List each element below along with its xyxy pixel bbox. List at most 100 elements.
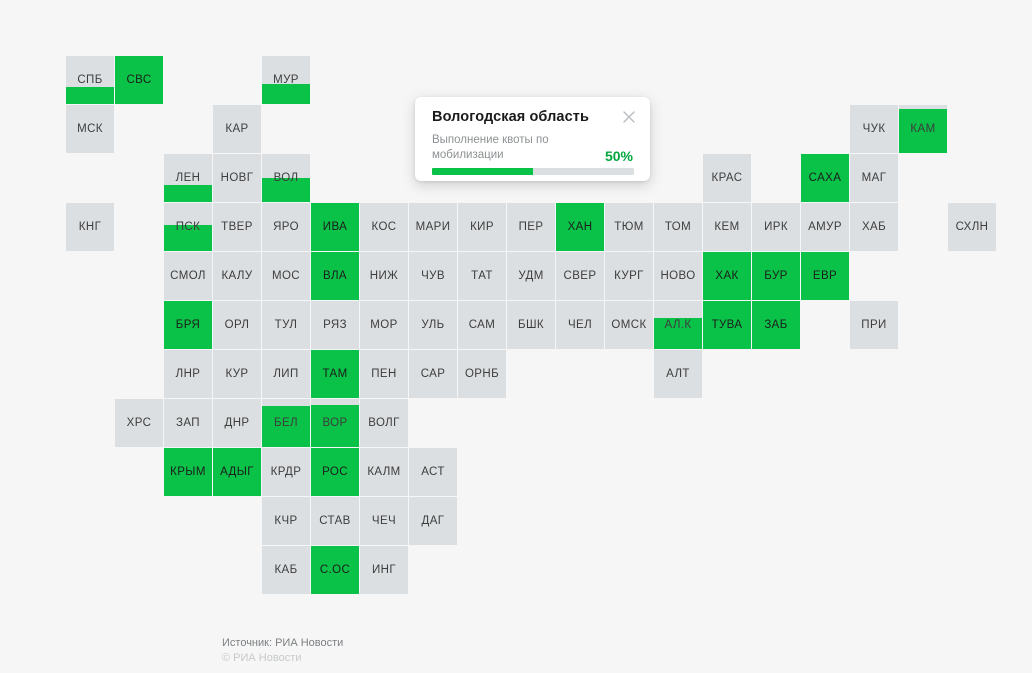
region-tile[interactable]: МУР [262,56,310,104]
region-tile[interactable]: ПЕН [360,350,408,398]
region-tile[interactable]: ОРНБ [458,350,506,398]
region-tooltip-card[interactable]: Вологодская область Выполнение квоты по … [415,97,650,181]
region-tile[interactable]: ТАТ [458,252,506,300]
region-tile-label: МСК [77,123,103,135]
region-tile[interactable]: КИР [458,203,506,251]
region-tile[interactable]: АСТ [409,448,457,496]
region-tile[interactable]: АЛ.К [654,301,702,349]
region-tile[interactable]: РЯЗ [311,301,359,349]
region-tile[interactable]: КЧР [262,497,310,545]
region-tile[interactable]: ДАГ [409,497,457,545]
region-tile[interactable]: СПБ [66,56,114,104]
region-tile[interactable]: МАРИ [409,203,457,251]
region-tile[interactable]: САХА [801,154,849,202]
region-tile[interactable]: ТАМ [311,350,359,398]
region-tile-cartogram: СПБ СВС МУР МСК КАР ЧУК КАМ ЛЕН НОВГ ВОЛ КРАС САХА М… [0,0,1032,673]
region-tile[interactable]: ХРС [115,399,163,447]
region-tile[interactable]: ВОЛ [262,154,310,202]
region-tile[interactable]: ТОМ [654,203,702,251]
region-tile[interactable]: БРЯ [164,301,212,349]
region-tile[interactable]: ОМСК [605,301,653,349]
region-tile-label: БРЯ [175,319,201,331]
region-tile-label: СМОЛ [170,270,206,282]
region-tile[interactable]: ДНР [213,399,261,447]
region-tile-label: РЯЗ [323,319,347,331]
region-tile[interactable]: БЕЛ [262,399,310,447]
region-tile-label: ВОЛ [273,172,299,184]
region-tile[interactable]: САМ [458,301,506,349]
region-tile[interactable]: УДМ [507,252,555,300]
region-tile[interactable]: ЛНР [164,350,212,398]
region-tile[interactable]: ПРИ [850,301,898,349]
region-tile[interactable]: ЗАП [164,399,212,447]
region-tile[interactable]: МСК [66,105,114,153]
region-tile[interactable]: ИРК [752,203,800,251]
region-tile[interactable]: ИВА [311,203,359,251]
region-tile-label: КАЛУ [221,270,253,282]
region-tile[interactable]: УЛЬ [409,301,457,349]
region-tile[interactable]: ЛЕН [164,154,212,202]
region-tile[interactable]: ЧЕЧ [360,497,408,545]
region-tile[interactable]: ИНГ [360,546,408,594]
region-tile[interactable]: ЧУК [850,105,898,153]
region-tile[interactable]: РОС [311,448,359,496]
region-tile[interactable]: КАР [213,105,261,153]
region-tile[interactable]: ЧЕЛ [556,301,604,349]
region-tile[interactable]: АМУР [801,203,849,251]
region-tile[interactable]: КРАС [703,154,751,202]
region-tile[interactable]: БШК [507,301,555,349]
tooltip-progress-track [432,168,634,175]
region-tile[interactable]: НОВО [654,252,702,300]
region-tile[interactable]: КНГ [66,203,114,251]
region-tile[interactable]: НИЖ [360,252,408,300]
region-tile[interactable]: ВОЛГ [360,399,408,447]
region-tile[interactable]: СТАВ [311,497,359,545]
region-tile[interactable]: ОРЛ [213,301,261,349]
close-icon[interactable] [620,108,638,126]
region-tile-label: КЧР [274,515,298,527]
region-tile[interactable]: КУР [213,350,261,398]
region-tile[interactable]: КРЫМ [164,448,212,496]
region-tile[interactable]: ХАК [703,252,751,300]
region-tile[interactable]: КРДР [262,448,310,496]
region-tile[interactable]: БУР [752,252,800,300]
region-tile[interactable]: НОВГ [213,154,261,202]
region-tile[interactable]: ТУВА [703,301,751,349]
region-tile[interactable]: КЕМ [703,203,751,251]
region-tile[interactable]: ХАН [556,203,604,251]
region-tile[interactable]: КАЛМ [360,448,408,496]
region-tile[interactable]: ЯРО [262,203,310,251]
region-tile[interactable]: КАМ [899,105,947,153]
region-tile[interactable]: СМОЛ [164,252,212,300]
copyright-notice: © РИА Новости [222,652,302,664]
region-tile[interactable]: ЕВР [801,252,849,300]
region-tile[interactable]: ЧУВ [409,252,457,300]
region-tile[interactable]: ЛИП [262,350,310,398]
region-tile-label: КАР [225,123,249,135]
region-tile[interactable]: ТВЕР [213,203,261,251]
region-tile[interactable]: КУРГ [605,252,653,300]
region-tile[interactable]: КАЛУ [213,252,261,300]
region-tile[interactable]: ХАБ [850,203,898,251]
region-tile[interactable]: ВОР [311,399,359,447]
region-tile[interactable]: АЛТ [654,350,702,398]
region-tile[interactable]: МОС [262,252,310,300]
region-tile[interactable]: МОР [360,301,408,349]
region-tile[interactable]: САР [409,350,457,398]
region-tile[interactable]: СВЕР [556,252,604,300]
region-tile-label: РОС [322,466,348,478]
region-tile[interactable]: ТЮМ [605,203,653,251]
region-tile-label: ПРИ [861,319,887,331]
region-tile[interactable]: КОС [360,203,408,251]
region-tile[interactable]: ТУЛ [262,301,310,349]
region-tile[interactable]: АДЫГ [213,448,261,496]
region-tile[interactable]: ВЛА [311,252,359,300]
region-tile[interactable]: ПЕР [507,203,555,251]
region-tile[interactable]: ПСК [164,203,212,251]
region-tile[interactable]: СВС [115,56,163,104]
region-tile[interactable]: С.ОС [311,546,359,594]
region-tile[interactable]: СХЛН [948,203,996,251]
region-tile[interactable]: ЗАБ [752,301,800,349]
region-tile[interactable]: КАБ [262,546,310,594]
region-tile[interactable]: МАГ [850,154,898,202]
